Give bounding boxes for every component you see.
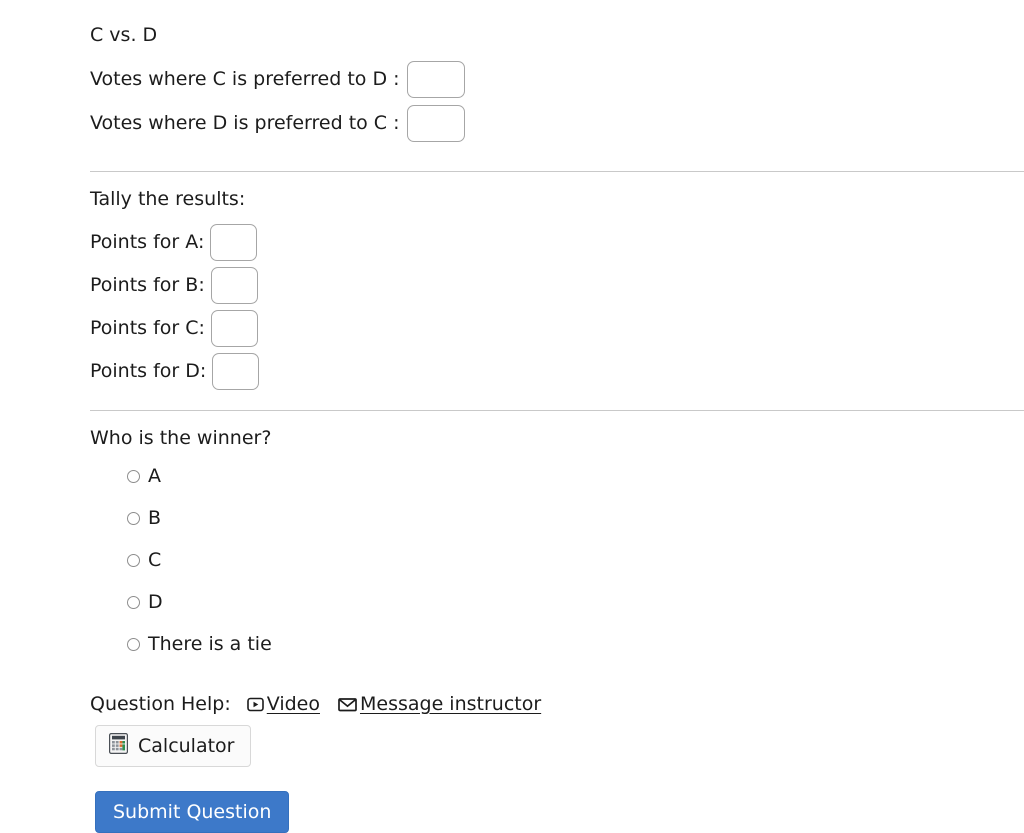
winner-options-list: A B C D There is a tie [127, 465, 1024, 655]
calculator-icon [109, 733, 128, 759]
pairwise-row: Votes where C is preferred to D : [90, 61, 1024, 98]
video-link-text: Video [266, 693, 320, 715]
submit-question-button[interactable]: Submit Question [95, 791, 290, 833]
points-for-b-input[interactable] [210, 267, 258, 304]
points-for-c-label: Points for C: [90, 317, 205, 339]
play-box-icon [246, 697, 264, 712]
question-help-label: Question Help: [90, 693, 231, 715]
message-instructor-text: Message instructor [359, 693, 542, 715]
points-for-b-label: Points for B: [90, 274, 205, 296]
pairwise-section: C vs. D Votes where C is preferred to D … [90, 24, 1024, 142]
pairwise-heading: C vs. D [90, 24, 158, 46]
radio-icon[interactable] [127, 595, 140, 609]
winner-option-b[interactable]: B [127, 507, 1024, 529]
video-help-link[interactable]: Video [246, 693, 320, 715]
radio-icon[interactable] [127, 553, 140, 567]
points-for-d-label: Points for D: [90, 360, 207, 382]
tally-section: Tally the results: Points for A: Points … [90, 188, 1024, 390]
votes-d-preferred-input[interactable] [406, 105, 465, 142]
winner-option-a[interactable]: A [127, 465, 1024, 487]
envelope-icon [338, 697, 357, 712]
winner-option-label: C [148, 549, 162, 571]
calculator-button-label: Calculator [138, 735, 235, 757]
winner-question-label: Who is the winner? [90, 427, 272, 449]
points-for-a-label: Points for A: [90, 231, 205, 253]
winner-option-label: D [148, 591, 163, 613]
submit-row: Submit Question [90, 767, 1024, 833]
points-for-a-input[interactable] [210, 224, 258, 261]
points-for-c-input[interactable] [210, 310, 258, 347]
tally-row: Points for D: [90, 353, 1024, 390]
tally-row: Points for B: [90, 267, 1024, 304]
votes-c-preferred-label: Votes where C is preferred to D : [90, 68, 400, 90]
tally-row: Points for C: [90, 310, 1024, 347]
radio-icon[interactable] [127, 511, 140, 525]
tally-row: Points for A: [90, 224, 1024, 261]
question-page: C vs. D Votes where C is preferred to D … [0, 0, 1024, 833]
calculator-button[interactable]: Calculator [95, 725, 252, 767]
pairwise-row: Votes where D is preferred to C : [90, 105, 1024, 142]
winner-option-label: There is a tie [148, 633, 272, 655]
radio-icon[interactable] [127, 637, 140, 651]
votes-c-preferred-input[interactable] [406, 61, 465, 98]
votes-d-preferred-label: Votes where D is preferred to C : [90, 112, 400, 134]
winner-option-label: B [148, 507, 162, 529]
question-content: C vs. D Votes where C is preferred to D … [0, 0, 1024, 142]
tally-title: Tally the results: [90, 188, 246, 210]
question-help-row: Question Help: Video Message instructor [90, 693, 1024, 715]
winner-option-tie[interactable]: There is a tie [127, 633, 1024, 655]
points-for-d-input[interactable] [212, 353, 260, 390]
radio-icon[interactable] [127, 469, 140, 483]
message-instructor-link[interactable]: Message instructor [338, 693, 541, 715]
winner-option-d[interactable]: D [127, 591, 1024, 613]
winner-section: Who is the winner? A B C D There is a ti… [90, 427, 1024, 655]
winner-option-label: A [148, 465, 161, 487]
winner-option-c[interactable]: C [127, 549, 1024, 571]
